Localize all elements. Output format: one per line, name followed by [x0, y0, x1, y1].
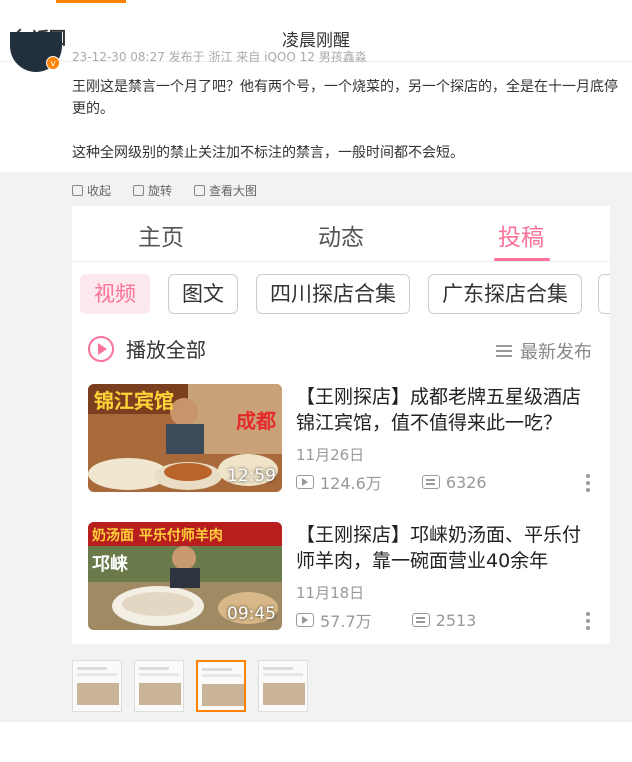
rotate-button[interactable]: 旋转	[133, 182, 172, 199]
zoom-icon	[194, 185, 206, 196]
post-paragraph: 王刚这是禁言一个月了吧？他有两个号，一个烧菜的，另一个探店的，全是在十一月底停更…	[72, 79, 618, 117]
view-large-label: 查看大图	[209, 184, 258, 198]
danmaku-count: 6326	[445, 472, 487, 492]
thumbnail-side-text: 邛崃	[92, 554, 128, 575]
video-duration: 12:59	[227, 466, 276, 486]
image-thumbnail[interactable]	[72, 660, 122, 712]
filter-sichuan[interactable]: 四川探店合集	[256, 274, 410, 314]
embedded-screenshot[interactable]: 主页 动态 投稿 视频 图文 四川探店合集 广东探店合集 播放全部 最新发布 锦…	[72, 206, 610, 644]
filter-image-text[interactable]: 图文	[168, 274, 238, 314]
rotate-icon	[133, 185, 145, 196]
play-count-icon	[296, 613, 314, 627]
video-duration: 09:45	[227, 604, 276, 624]
sort-button[interactable]: 最新发布	[496, 338, 592, 364]
view-count: 57.7万	[320, 612, 372, 631]
image-thumbnail-strip	[72, 660, 308, 712]
video-item[interactable]: 奶汤面 平乐付师羊肉 邛崃 09:45 【王刚探店】邛崃奶汤面、平乐付师羊肉，靠…	[88, 522, 598, 632]
danmaku-icon	[421, 475, 440, 489]
active-tab-indicator	[494, 258, 550, 261]
filter-video[interactable]: 视频	[80, 274, 150, 314]
post-body: 王刚这是禁言一个月了吧？他有两个号，一个烧菜的，另一个探店的，全是在十一月底停更…	[72, 76, 620, 186]
post-meta: 23-12-30 08:27 发布于 浙江 来自 iQOO 12 男孩鑫淼	[72, 50, 367, 64]
filter-guangdong[interactable]: 广东探店合集	[428, 274, 582, 314]
video-item[interactable]: 锦江宾馆 成都 12:59 【王刚探店】成都老牌五星级酒店锦江宾馆，值不值得来此…	[88, 384, 598, 494]
video-thumbnail[interactable]: 奶汤面 平乐付师羊肉 邛崃 09:45	[88, 522, 282, 630]
tab-home[interactable]: 主页	[138, 218, 184, 252]
play-all-button[interactable]: 播放全部	[88, 334, 206, 363]
profile-tabs: 主页 动态 投稿	[72, 206, 610, 262]
post-paragraph: 这种全网级别的禁止关注加不标注的禁言，一般时间都不会短。	[72, 145, 464, 161]
collapse-icon	[72, 185, 83, 196]
video-title[interactable]: 【王刚探店】邛崃奶汤面、平乐付师羊肉，靠一碗面营业40余年	[296, 522, 596, 574]
list-icon	[496, 345, 512, 357]
image-thumbnail[interactable]	[134, 660, 184, 712]
tab-dynamics[interactable]: 动态	[318, 218, 364, 252]
filter-more[interactable]	[598, 274, 610, 314]
video-stats: 124.6万 6326	[296, 470, 487, 494]
video-stats: 57.7万 2513	[296, 608, 476, 632]
video-date: 11月26日	[296, 446, 365, 464]
collapse-button[interactable]: 收起	[72, 182, 111, 199]
sort-label: 最新发布	[520, 342, 592, 363]
thumbnail-title-text: 奶汤面 平乐付师羊肉	[92, 527, 223, 544]
thumbnail-title-text: 锦江宾馆	[94, 389, 174, 413]
more-options-icon[interactable]	[586, 612, 590, 630]
image-thumbnail[interactable]	[258, 660, 308, 712]
danmaku-count: 2513	[435, 610, 477, 630]
view-count: 124.6万	[320, 474, 382, 493]
play-count-icon	[296, 475, 314, 489]
video-date: 11月18日	[296, 584, 365, 602]
video-title[interactable]: 【王刚探店】成都老牌五星级酒店锦江宾馆，值不值得来此一吃？	[296, 384, 596, 436]
collapse-label: 收起	[87, 184, 112, 198]
tab-submissions[interactable]: 投稿	[498, 218, 544, 252]
play-circle-icon	[88, 335, 114, 362]
verified-badge-icon: v	[46, 56, 60, 70]
media-toolbar: 收起 旋转 查看大图	[72, 182, 257, 199]
danmaku-icon	[411, 613, 430, 627]
rotate-label: 旋转	[148, 184, 173, 198]
more-options-icon[interactable]	[586, 474, 590, 492]
video-thumbnail[interactable]: 锦江宾馆 成都 12:59	[88, 384, 282, 492]
play-all-label: 播放全部	[126, 338, 206, 362]
view-large-button[interactable]: 查看大图	[194, 182, 257, 199]
filter-chips: 视频 图文 四川探店合集 广东探店合集	[80, 274, 610, 314]
image-thumbnail-selected[interactable]	[196, 660, 246, 712]
media-viewer: 收起 旋转 查看大图 主页 动态 投稿 视频 图文 四川探店合集 广东探店合集 …	[0, 172, 632, 722]
top-tab-indicator	[56, 0, 126, 3]
thumbnail-side-text: 成都	[236, 409, 276, 433]
